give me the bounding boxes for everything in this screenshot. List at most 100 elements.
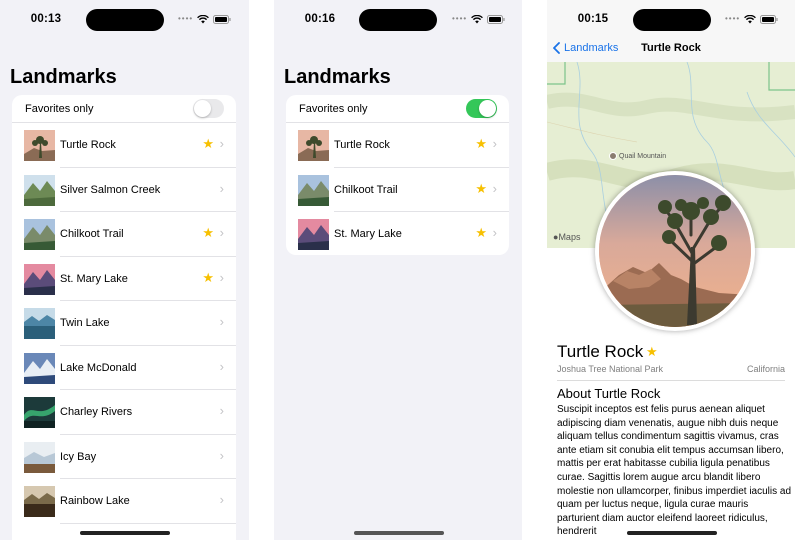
status-time: 00:13: [30, 13, 62, 25]
chevron-right-icon: ›: [219, 225, 224, 240]
chevron-right-icon: ›: [219, 314, 224, 329]
chevron-right-icon: ›: [219, 492, 224, 507]
landmark-row[interactable]: Rainbow Lake ›: [12, 479, 236, 524]
home-indicator: [80, 531, 170, 535]
favorite-star-icon: ★: [475, 180, 487, 196]
about-heading: About Turtle Rock: [557, 386, 661, 401]
battery-icon: [213, 14, 231, 24]
landmark-detail-screen: 00:15 •••• Landmarks Turtle Rock Quail M…: [547, 0, 795, 540]
chevron-right-icon: ›: [219, 269, 224, 285]
page-title: Landmarks: [284, 66, 391, 88]
landmark-row[interactable]: Twin Lake ›: [12, 301, 236, 346]
favorite-star-icon: ★: [202, 269, 214, 285]
favorite-star-icon: ★: [475, 225, 487, 240]
landmark-name: Twin Lake: [60, 317, 110, 329]
thumbnail-photo: [24, 352, 55, 384]
thumbnail-photo: [298, 174, 329, 206]
thumbnail-photo: [24, 219, 55, 250]
signal-icon: ••••: [725, 14, 741, 23]
wifi-icon: [197, 14, 210, 23]
status-bar: 00:13 ••••: [0, 0, 249, 40]
landmark-rows: Turtle Rock ★ › Silver Salmon Creek › Chilkoo…: [12, 123, 236, 524]
favorites-toggle[interactable]: [193, 99, 224, 118]
favorite-star-icon: ★: [202, 225, 214, 240]
favorites-toggle-row: Favorites only: [12, 95, 236, 123]
landmark-name: St. Mary Lake: [334, 228, 402, 240]
favorite-star-icon: ★: [475, 136, 487, 151]
state-name: California: [746, 364, 785, 374]
landmark-row[interactable]: Turtle Rock ★ ›: [286, 123, 509, 168]
landmark-thumbnail: [298, 219, 329, 250]
landmark-name: Charley Rivers: [60, 406, 133, 418]
poi-label: Quail Mountain: [619, 152, 667, 160]
status-icons: ••••: [452, 14, 505, 24]
landmark-thumbnail: [24, 219, 55, 250]
thumbnail-photo: [24, 486, 55, 517]
landmark-name: Chilkoot Trail: [334, 183, 398, 196]
favorites-toggle[interactable]: [466, 99, 497, 118]
landmark-thumbnail: [24, 308, 55, 339]
landmark-name: St. Mary Lake: [60, 272, 128, 285]
landmark-thumbnail: [298, 130, 329, 161]
landmark-name: Rainbow Lake: [60, 495, 130, 507]
wifi-icon: [471, 14, 484, 23]
favorites-label: Favorites only: [25, 103, 94, 115]
joshua-tree-photo: [599, 175, 751, 327]
status-bar: 00:15 •••• Landmarks Turtle Rock: [547, 0, 795, 62]
wifi-icon: [744, 14, 757, 23]
landmark-list-screen: 00:13 •••• Landmarks Favorites only Turt…: [0, 0, 249, 540]
landmark-name: Lake McDonald: [60, 361, 137, 374]
home-indicator: [627, 531, 717, 535]
thumbnail-photo: [24, 308, 55, 339]
landmark-thumbnail: [24, 397, 55, 428]
dynamic-island: [633, 9, 711, 31]
landmark-row[interactable]: Turtle Rock ★ ›: [12, 123, 236, 168]
signal-icon: ••••: [452, 14, 468, 23]
landmark-row[interactable]: Chilkoot Trail ★ ›: [286, 168, 509, 213]
map-poi[interactable]: Quail Mountain: [609, 152, 666, 160]
thumbnail-photo: [24, 397, 55, 428]
landmark-thumbnail: [298, 174, 329, 206]
divider: [557, 380, 785, 381]
thumbnail-photo: [24, 174, 55, 206]
landmark-thumbnail: [24, 174, 55, 206]
chevron-right-icon: ›: [219, 358, 224, 374]
favorites-toggle-row: Favorites only: [286, 95, 509, 123]
landmark-row[interactable]: St. Mary Lake ★ ›: [12, 257, 236, 302]
landmark-thumbnail: [24, 441, 55, 473]
landmark-row[interactable]: St. Mary Lake ★ ›: [286, 212, 509, 255]
nav-title: Turtle Rock: [641, 42, 701, 54]
landmark-name: Turtle Rock: [334, 139, 390, 151]
dynamic-island: [359, 9, 437, 31]
chevron-right-icon: ›: [219, 180, 224, 196]
maps-logo-text: Maps: [558, 232, 581, 242]
landmark-row[interactable]: Chilkoot Trail ★ ›: [12, 212, 236, 257]
landmark-name: Icy Bay: [60, 450, 97, 463]
landmark-list: Favorites only Turtle Rock ★ › Silver Salmo…: [12, 95, 236, 540]
home-indicator: [354, 531, 444, 535]
landmark-row[interactable]: Silver Salmon Creek ›: [12, 168, 236, 213]
chevron-right-icon: ›: [219, 447, 224, 463]
landmark-thumbnail: [24, 352, 55, 384]
thumbnail-photo: [298, 219, 329, 250]
battery-icon: [760, 14, 778, 24]
chevron-right-icon: ›: [492, 136, 497, 151]
mountain-icon: [609, 152, 617, 160]
thumbnail-photo: [24, 130, 55, 161]
landmark-thumbnail: [24, 130, 55, 161]
landmark-name: Chilkoot Trail: [60, 228, 124, 240]
landmark-row[interactable]: Icy Bay ›: [12, 435, 236, 480]
park-name: Joshua Tree National Park: [557, 364, 664, 374]
landmark-row[interactable]: Lake McDonald ›: [12, 346, 236, 391]
favorite-star-icon[interactable]: ★: [646, 344, 658, 360]
toggle-knob: [194, 100, 211, 117]
signal-icon: ••••: [178, 14, 194, 23]
chevron-right-icon: ›: [492, 225, 497, 240]
landmark-row[interactable]: Charley Rivers ›: [12, 390, 236, 435]
favorites-list-screen: 00:16 •••• Landmarks Favorites only Turt…: [274, 0, 522, 540]
chevron-right-icon: ›: [492, 180, 497, 196]
landmark-thumbnail: [24, 486, 55, 517]
status-icons: ••••: [725, 14, 778, 24]
landmark-list: Favorites only Turtle Rock ★ › Chilkoot Tra…: [286, 95, 509, 255]
status-time: 00:15: [577, 13, 609, 25]
